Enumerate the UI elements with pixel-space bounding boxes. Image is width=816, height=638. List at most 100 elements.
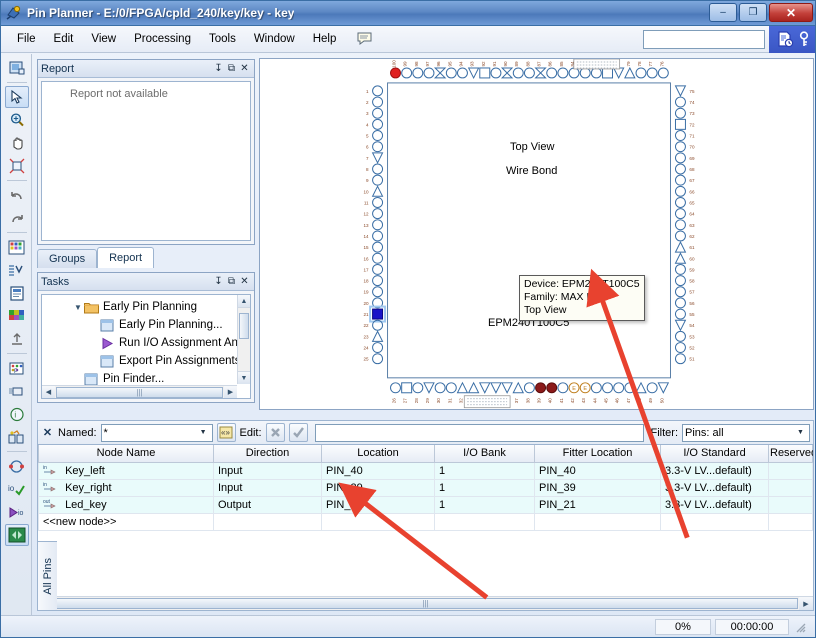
cell-node-name[interactable]: in Key_left: [38, 461, 214, 480]
cell-reserved[interactable]: [768, 512, 813, 531]
package-pin[interactable]: [423, 67, 435, 79]
package-pin[interactable]: [445, 67, 457, 79]
package-pin[interactable]: [657, 382, 670, 394]
table-row-new-node[interactable]: <<new node>>: [38, 512, 813, 531]
io-assignment-warnings-icon[interactable]: i: [5, 403, 29, 425]
col-fitter-location[interactable]: Fitter Location: [534, 445, 661, 463]
table-horizontal-scrollbar[interactable]: ◀ ||| ▶: [38, 596, 813, 610]
cell-io-bank[interactable]: 1: [434, 495, 535, 514]
package-pin[interactable]: [500, 67, 514, 79]
tasks-horizontal-scrollbar[interactable]: ◀ ||| ▶: [42, 385, 237, 398]
filter-combo[interactable]: Pins: all ▼: [682, 423, 810, 442]
cell-reserved[interactable]: [768, 495, 813, 514]
package-pin[interactable]: [372, 230, 384, 242]
pin-table[interactable]: Node Name Direction Location I/O Bank Fi…: [37, 444, 814, 611]
package-pin[interactable]: [372, 208, 384, 220]
cell-fitter-location[interactable]: [534, 512, 661, 531]
table-row[interactable]: out Led_key Output PIN_21 1 PIN_21 3.3-V…: [38, 495, 813, 514]
package-pin[interactable]: [490, 67, 502, 79]
scroll-thumb[interactable]: |||: [56, 386, 223, 398]
pin-panel-icon[interactable]: ↧: [212, 275, 225, 288]
package-pin[interactable]: [401, 382, 413, 394]
close-filter-icon[interactable]: ✕: [41, 426, 54, 439]
package-pin[interactable]: [456, 67, 468, 79]
cell-node-name[interactable]: in Key_right: [38, 478, 214, 497]
key-icon[interactable]: [798, 31, 810, 48]
package-pin[interactable]: [674, 219, 686, 231]
package-pin[interactable]: [412, 67, 424, 79]
package-pin[interactable]: [434, 382, 446, 394]
package-pin[interactable]: [657, 67, 669, 79]
io-check-icon[interactable]: io: [5, 478, 29, 500]
export-icon[interactable]: [5, 328, 29, 350]
restore-button[interactable]: ❐: [739, 3, 767, 22]
col-io-standard[interactable]: I/O Standard: [660, 445, 769, 463]
run-io-assignment-icon[interactable]: io: [5, 501, 29, 523]
cell-io-bank[interactable]: 1: [434, 478, 535, 497]
package-pin[interactable]: [674, 96, 686, 108]
task-row-early-pin-planning-dialog[interactable]: Early Pin Planning...: [42, 316, 250, 334]
minimize-button[interactable]: –: [709, 3, 737, 22]
cell-direction[interactable]: Input: [213, 478, 322, 497]
package-pin[interactable]: [372, 353, 384, 365]
package-pin[interactable]: [546, 67, 558, 79]
message-note-icon[interactable]: [356, 31, 374, 47]
tab-report[interactable]: Report: [97, 247, 155, 268]
package-pin[interactable]: [590, 67, 602, 79]
package-pin[interactable]: [372, 219, 384, 231]
cell-io-bank[interactable]: 1: [434, 461, 535, 480]
cell-direction[interactable]: [213, 512, 322, 531]
package-pin[interactable]: [390, 382, 401, 394]
package-pin[interactable]: [372, 130, 384, 142]
wildcard-icon[interactable]: «»: [216, 423, 236, 442]
package-pin[interactable]: [674, 275, 686, 287]
pointer-select-icon[interactable]: [4, 86, 29, 108]
package-pin[interactable]: [372, 252, 384, 264]
expander-icon[interactable]: ▼: [72, 303, 84, 312]
package-pin[interactable]: [674, 330, 686, 342]
menu-processing[interactable]: Processing: [126, 30, 199, 48]
close-panel-icon[interactable]: ✕: [238, 62, 251, 75]
package-pin[interactable]: [674, 342, 686, 354]
search-input[interactable]: [643, 30, 765, 49]
cell-direction[interactable]: Output: [213, 495, 322, 514]
pin-migration-icon[interactable]: P: [5, 357, 29, 379]
package-pin[interactable]: [674, 241, 687, 253]
package-pin[interactable]: [445, 382, 457, 394]
tab-all-pins[interactable]: All Pins: [37, 541, 57, 611]
package-pin[interactable]: [674, 263, 686, 275]
cell-reserved[interactable]: [768, 461, 813, 480]
package-pin[interactable]: [674, 230, 686, 242]
cell-fitter-location[interactable]: PIN_21: [534, 495, 661, 514]
package-pin[interactable]: [523, 67, 535, 79]
package-pin[interactable]: [674, 163, 686, 175]
chevron-down-icon[interactable]: ▼: [197, 429, 210, 436]
package-pin[interactable]: [674, 152, 686, 164]
named-combo[interactable]: * ▼: [100, 423, 213, 442]
pad-view-icon[interactable]: [5, 305, 29, 327]
cell-location[interactable]: PIN_40: [321, 461, 435, 480]
scroll-up-icon[interactable]: ▲: [238, 295, 250, 308]
package-pin[interactable]: [372, 174, 384, 186]
zoom-icon[interactable]: [5, 109, 29, 131]
float-panel-icon[interactable]: ⧉: [225, 62, 238, 75]
package-view[interactable]: 1009998979695949392919089888786858483828…: [259, 58, 814, 410]
scroll-left-icon[interactable]: ◀: [42, 385, 55, 398]
package-pin[interactable]: [557, 67, 569, 79]
package-pin[interactable]: [467, 381, 480, 394]
tasks-vertical-scrollbar[interactable]: ▲ ▼: [237, 295, 250, 384]
history-document-icon[interactable]: [777, 31, 794, 48]
tab-groups[interactable]: Groups: [37, 249, 98, 268]
package-pin[interactable]: [369, 305, 387, 323]
properties-icon[interactable]: [5, 282, 29, 304]
chevron-down-icon[interactable]: ▼: [794, 429, 807, 436]
package-pin[interactable]: [674, 208, 686, 220]
package-pin[interactable]: [602, 67, 614, 79]
package-diagram[interactable]: 1009998979695949392919089888786858483828…: [260, 59, 813, 410]
table-row[interactable]: in Key_left Input PIN_40 1 PIN_40 3.3-V …: [38, 461, 813, 480]
menu-window[interactable]: Window: [246, 30, 303, 48]
menu-help[interactable]: Help: [305, 30, 345, 48]
col-location[interactable]: Location: [321, 445, 435, 463]
live-io-check-icon[interactable]: [5, 380, 29, 402]
pin-panel-icon[interactable]: ↧: [212, 62, 225, 75]
